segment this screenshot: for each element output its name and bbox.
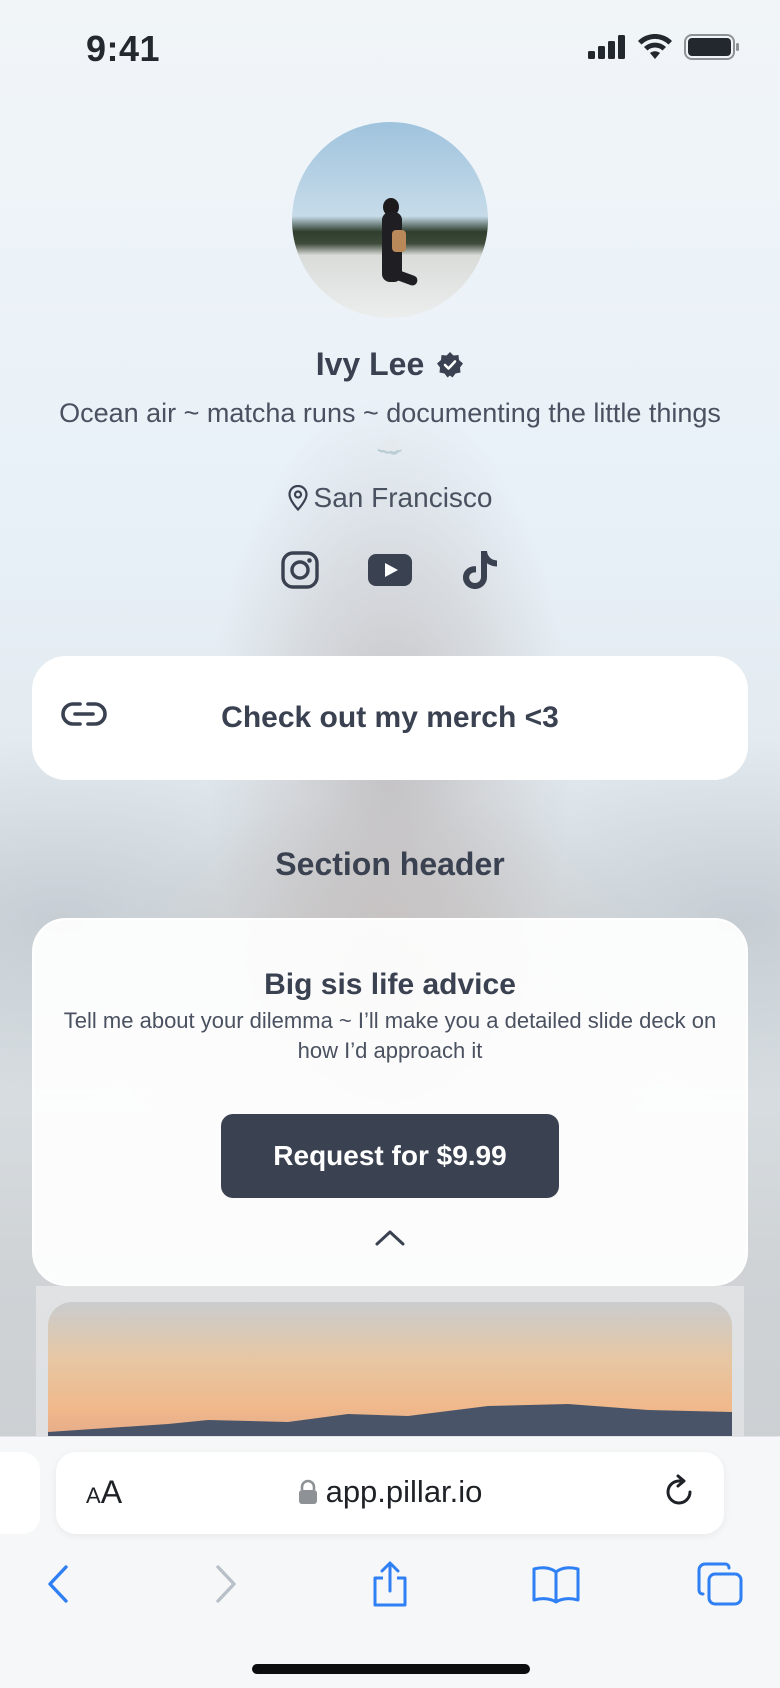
location-label: San Francisco (313, 482, 493, 513)
forward-button[interactable] (196, 1556, 256, 1612)
avatar-person-bag (392, 230, 406, 252)
merch-link-label: Check out my merch <3 (221, 701, 559, 734)
product-description: Tell me about your dilemma ~ I’ll make y… (63, 1008, 717, 1063)
status-time: 9:41 (86, 28, 161, 69)
chevron-up-icon (375, 1230, 405, 1246)
youtube-icon (368, 554, 412, 586)
share-button[interactable] (360, 1556, 420, 1612)
tabs-icon (697, 1562, 743, 1606)
browser-toolbar (0, 1556, 780, 1616)
lock-icon (298, 1479, 317, 1504)
forward-icon (216, 1565, 236, 1603)
tabs-button[interactable] (690, 1556, 750, 1612)
back-button[interactable] (28, 1556, 88, 1612)
instagram-icon (281, 551, 319, 589)
link-icon (61, 702, 107, 726)
request-button[interactable]: Request for $9.99 (221, 1114, 559, 1198)
collapse-button[interactable] (374, 1228, 406, 1253)
merch-link-card[interactable]: Check out my merch <3 (32, 656, 748, 780)
tiktok-icon (463, 551, 497, 589)
reload-button[interactable] (664, 1474, 696, 1513)
status-icons (588, 34, 740, 60)
product-image (48, 1302, 732, 1442)
profile-location: San Francisco (0, 482, 780, 514)
reload-icon (666, 1474, 692, 1505)
verified-badge-icon (437, 351, 464, 377)
tiktok-link[interactable] (458, 548, 502, 592)
bio-emoji: ☁️ (376, 434, 404, 459)
section-header: Section header (275, 846, 505, 882)
back-icon (48, 1565, 68, 1603)
profile-bio: Ocean air ~ matcha runs ~ documenting th… (59, 398, 721, 428)
instagram-link[interactable] (278, 548, 322, 592)
bookmarks-button[interactable] (526, 1556, 586, 1612)
youtube-link[interactable] (368, 548, 412, 592)
map-pin-icon (287, 485, 308, 511)
name-row: Ivy Lee (0, 346, 780, 383)
signal-icon (588, 35, 625, 59)
product-title: Big sis life advice (264, 968, 516, 1001)
social-links (0, 548, 780, 592)
url-text: app.pillar.io (325, 1474, 483, 1509)
bookmarks-icon (532, 1566, 580, 1604)
avatar (292, 122, 488, 318)
profile-name: Ivy Lee (315, 346, 425, 382)
avatar-person-leg (387, 267, 419, 287)
url-display[interactable]: app.pillar.io (0, 1474, 780, 1510)
home-indicator (252, 1664, 530, 1674)
battery-icon (684, 34, 739, 60)
share-icon (373, 1561, 407, 1607)
wifi-icon (638, 34, 672, 59)
